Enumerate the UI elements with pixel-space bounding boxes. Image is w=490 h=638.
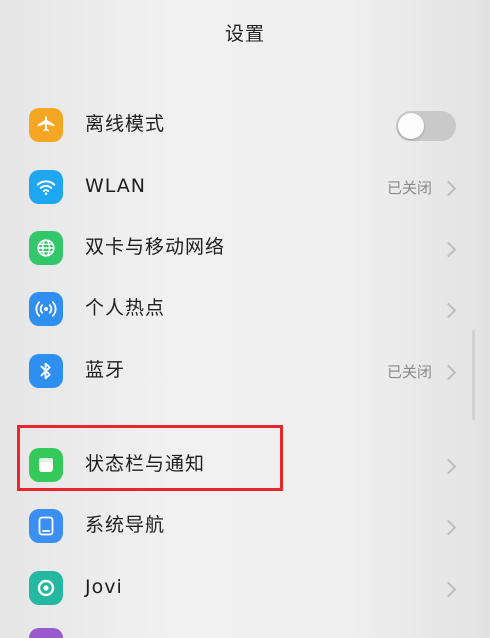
setting-label: 个人热点 [85,297,166,319]
setting-label: 蓝牙 [85,359,126,381]
setting-label: 离线模式 [85,113,166,135]
navigation-icon [29,509,63,543]
bluetooth-icon [29,354,63,388]
setting-row-hotspot[interactable]: 个人热点 [0,278,490,340]
highlight-box [17,425,283,491]
chevron-right-icon [440,180,457,197]
setting-label: 系统导航 [85,514,166,536]
scrollbar[interactable] [472,330,475,420]
globe-icon [29,231,63,265]
bluetooth-status: 已关闭 [386,363,432,381]
chevron-right-icon [440,581,457,598]
setting-row-airplane-mode[interactable]: 离线模式 [0,94,490,156]
toggle-knob [398,113,424,139]
jovi-icon [29,571,63,605]
setting-row-bluetooth[interactable]: 蓝牙 已关闭 [0,340,490,402]
setting-label: Jovi [85,576,123,598]
setting-row-wlan[interactable]: WLAN 已关闭 [0,156,490,218]
airplane-mode-toggle[interactable] [396,111,456,141]
setting-label: 双卡与移动网络 [85,236,226,258]
chevron-right-icon [440,519,457,536]
next-row-icon [29,628,63,638]
chevron-right-icon [440,241,457,258]
hotspot-icon [29,292,63,326]
chevron-right-icon [440,458,457,475]
airplane-icon [29,108,63,142]
wlan-status: 已关闭 [386,179,432,197]
setting-label: WLAN [85,175,147,197]
setting-row-jovi[interactable]: Jovi [0,557,490,619]
settings-screen: 设置 离线模式 WLAN 已关闭 双卡与移动网络 个人热点 蓝牙 已关闭 状态栏… [0,0,490,638]
setting-row-dual-sim[interactable]: 双卡与移动网络 [0,217,490,279]
setting-row-navigation[interactable]: 系统导航 [0,495,490,557]
page-title: 设置 [224,22,265,45]
wifi-icon [29,170,63,204]
chevron-right-icon [440,364,457,381]
chevron-right-icon [440,302,457,319]
header: 设置 [0,0,490,64]
